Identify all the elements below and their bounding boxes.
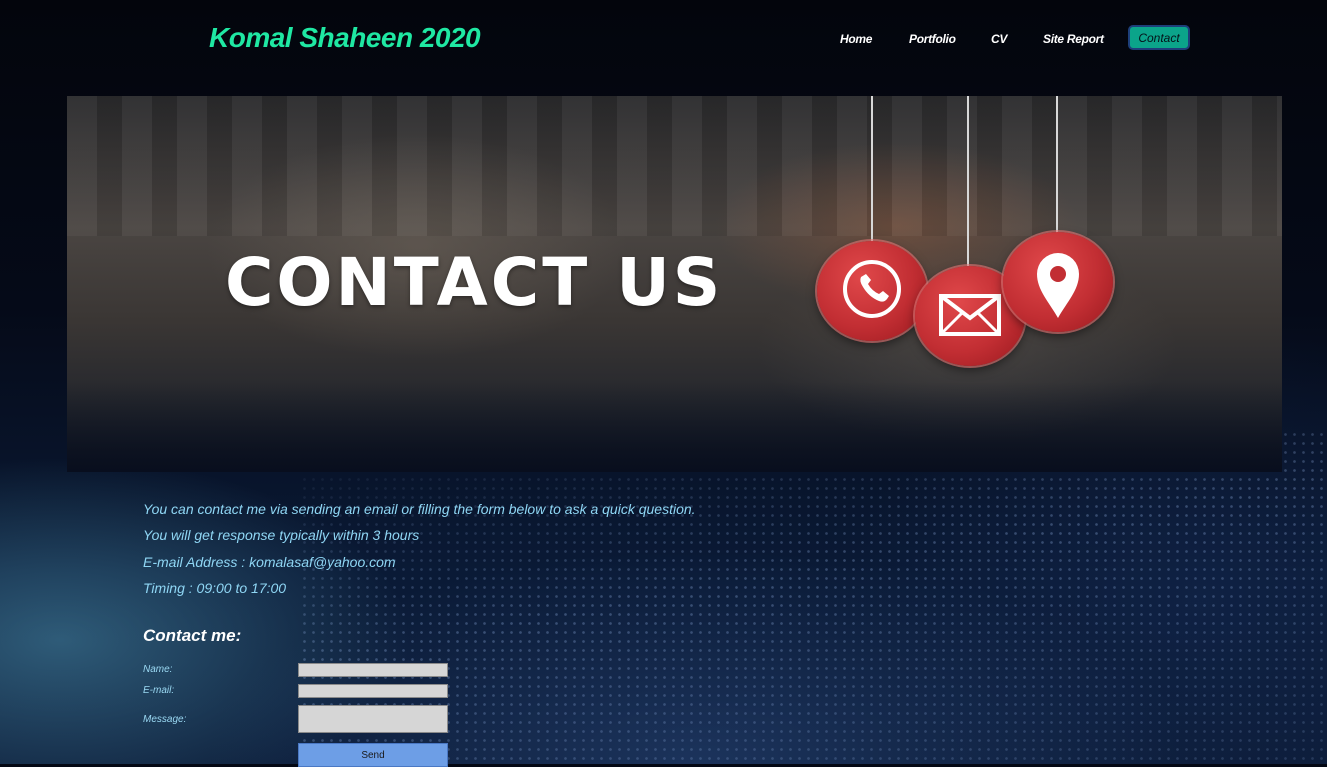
- hanging-string: [1056, 96, 1058, 236]
- message-textarea[interactable]: [298, 705, 448, 733]
- main-nav: Home Portfolio CV Site Report Contact: [0, 24, 1327, 54]
- nav-site-report[interactable]: Site Report: [1043, 32, 1104, 46]
- info-line-timing: Timing : 09:00 to 17:00: [143, 580, 287, 596]
- nav-portfolio[interactable]: Portfolio: [909, 32, 956, 46]
- info-line-contact-methods: You can contact me via sending an email …: [143, 501, 696, 517]
- nav-home[interactable]: Home: [840, 32, 872, 46]
- phone-icon: [817, 241, 927, 341]
- hanging-string: [967, 96, 969, 266]
- banner-title: CONTACT US: [225, 244, 724, 321]
- name-input[interactable]: [298, 663, 448, 677]
- form-heading: Contact me:: [143, 626, 242, 645]
- message-label: Message:: [143, 714, 187, 725]
- location-pin-icon: [1003, 232, 1113, 332]
- contact-banner: CONTACT US: [67, 96, 1282, 472]
- send-button[interactable]: Send: [298, 743, 448, 767]
- name-label: Name:: [143, 664, 173, 675]
- info-line-response-time: You will get response typically within 3…: [143, 527, 420, 543]
- background-dot-wave: [300, 430, 1327, 764]
- nav-cv[interactable]: CV: [991, 32, 1007, 46]
- info-line-email: E-mail Address : komalasaf@yahoo.com: [143, 554, 396, 570]
- email-label: E-mail:: [143, 685, 175, 696]
- hanging-string: [871, 96, 873, 244]
- email-input[interactable]: [298, 684, 448, 698]
- nav-contact[interactable]: Contact: [1128, 25, 1190, 50]
